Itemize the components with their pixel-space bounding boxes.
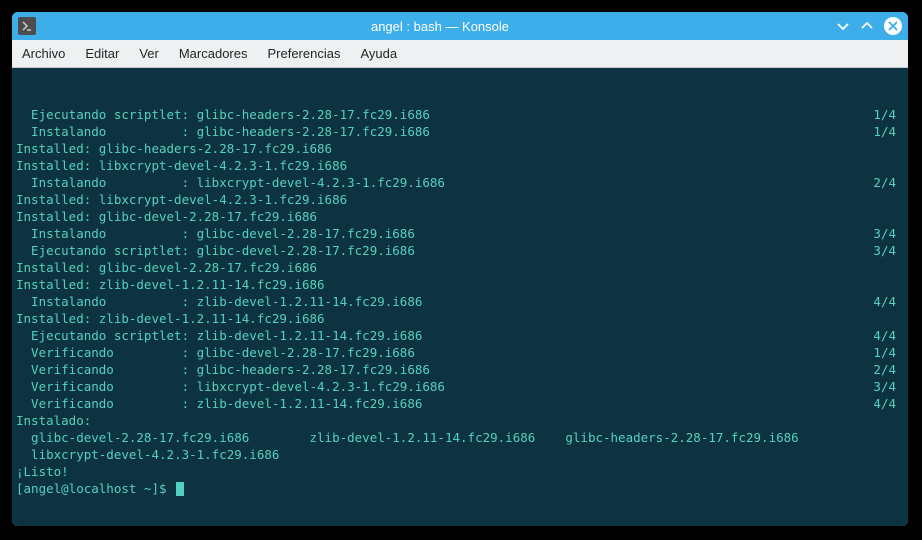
close-button[interactable] <box>884 17 902 35</box>
terminal-line: Verificando : zlib-devel-1.2.11-14.fc29.… <box>16 395 904 412</box>
terminal-line: Instalando : libxcrypt-devel-4.2.3-1.fc2… <box>16 174 904 191</box>
terminal-cursor <box>176 482 184 496</box>
terminal-line: Instalando : glibc-devel-2.28-17.fc29.i6… <box>16 225 904 242</box>
terminal-line: Installed: zlib-devel-1.2.11-14.fc29.i68… <box>16 310 904 327</box>
terminal-line: Verificando : glibc-devel-2.28-17.fc29.i… <box>16 344 904 361</box>
terminal-progress: 3/4 <box>873 242 904 259</box>
terminal-line: libxcrypt-devel-4.2.3-1.fc29.i686 <box>16 446 904 463</box>
terminal-text: Verificando : libxcrypt-devel-4.2.3-1.fc… <box>16 378 873 395</box>
terminal-progress: 3/4 <box>873 378 904 395</box>
terminal-line: Verificando : libxcrypt-devel-4.2.3-1.fc… <box>16 378 904 395</box>
terminal-text: Ejecutando scriptlet: glibc-headers-2.28… <box>16 106 873 123</box>
window-controls <box>836 17 902 35</box>
terminal-line: ¡Listo! <box>16 463 904 480</box>
terminal-line: Verificando : glibc-headers-2.28-17.fc29… <box>16 361 904 378</box>
terminal-line: Instalando : glibc-headers-2.28-17.fc29.… <box>16 123 904 140</box>
terminal-line: glibc-devel-2.28-17.fc29.i686 zlib-devel… <box>16 429 904 446</box>
terminal-progress: 2/4 <box>873 174 904 191</box>
terminal-text: Verificando : glibc-devel-2.28-17.fc29.i… <box>16 344 873 361</box>
menu-ver[interactable]: Ver <box>139 46 159 61</box>
app-icon <box>18 17 36 35</box>
terminal-text: Instalando : glibc-devel-2.28-17.fc29.i6… <box>16 225 873 242</box>
terminal-text: Installed: zlib-devel-1.2.11-14.fc29.i68… <box>16 310 904 327</box>
terminal-line: Ejecutando scriptlet: glibc-headers-2.28… <box>16 106 904 123</box>
terminal-line: Installed: libxcrypt-devel-4.2.3-1.fc29.… <box>16 157 904 174</box>
terminal-progress: 1/4 <box>873 344 904 361</box>
terminal-line: Installed: glibc-devel-2.28-17.fc29.i686 <box>16 259 904 276</box>
menu-editar[interactable]: Editar <box>85 46 119 61</box>
terminal-line: Ejecutando scriptlet: glibc-devel-2.28-1… <box>16 242 904 259</box>
terminal-text: Installed: libxcrypt-devel-4.2.3-1.fc29.… <box>16 191 904 208</box>
terminal-text: Installed: glibc-devel-2.28-17.fc29.i686 <box>16 208 904 225</box>
terminal-text: Instalando : libxcrypt-devel-4.2.3-1.fc2… <box>16 174 873 191</box>
window-titlebar[interactable]: angel : bash — Konsole <box>12 12 908 40</box>
menu-ayuda[interactable]: Ayuda <box>360 46 397 61</box>
window-title: angel : bash — Konsole <box>44 19 836 34</box>
terminal-line: Ejecutando scriptlet: zlib-devel-1.2.11-… <box>16 327 904 344</box>
terminal-text: Installed: libxcrypt-devel-4.2.3-1.fc29.… <box>16 157 904 174</box>
terminal-text: Installed: glibc-devel-2.28-17.fc29.i686 <box>16 259 904 276</box>
terminal-line: Installed: libxcrypt-devel-4.2.3-1.fc29.… <box>16 191 904 208</box>
terminal-text: Ejecutando scriptlet: zlib-devel-1.2.11-… <box>16 327 873 344</box>
minimize-icon[interactable] <box>836 19 850 33</box>
terminal-line: Installed: glibc-headers-2.28-17.fc29.i6… <box>16 140 904 157</box>
terminal-line: Instalado: <box>16 412 904 429</box>
terminal-line: Instalando : zlib-devel-1.2.11-14.fc29.i… <box>16 293 904 310</box>
terminal-text: ¡Listo! <box>16 463 904 480</box>
terminal-progress: 4/4 <box>873 293 904 310</box>
menu-archivo[interactable]: Archivo <box>22 46 65 61</box>
terminal-progress: 4/4 <box>873 327 904 344</box>
terminal-prompt: [angel@localhost ~]$ <box>16 480 174 497</box>
terminal-progress: 2/4 <box>873 361 904 378</box>
terminal-text: Instalando : zlib-devel-1.2.11-14.fc29.i… <box>16 293 873 310</box>
terminal-text: Verificando : zlib-devel-1.2.11-14.fc29.… <box>16 395 873 412</box>
menubar: Archivo Editar Ver Marcadores Preferenci… <box>12 40 908 68</box>
terminal-text: Verificando : glibc-headers-2.28-17.fc29… <box>16 361 873 378</box>
terminal-progress: 1/4 <box>873 106 904 123</box>
terminal-text: Ejecutando scriptlet: glibc-devel-2.28-1… <box>16 242 873 259</box>
terminal-text: Installed: glibc-headers-2.28-17.fc29.i6… <box>16 140 904 157</box>
terminal-output[interactable]: Ejecutando scriptlet: glibc-headers-2.28… <box>12 68 908 526</box>
terminal-text: Installed: zlib-devel-1.2.11-14.fc29.i68… <box>16 276 904 293</box>
terminal-progress: 4/4 <box>873 395 904 412</box>
terminal-line: Installed: glibc-devel-2.28-17.fc29.i686 <box>16 208 904 225</box>
menu-preferencias[interactable]: Preferencias <box>267 46 340 61</box>
close-icon <box>888 21 898 31</box>
terminal-prompt-line[interactable]: [angel@localhost ~]$ <box>16 480 904 497</box>
terminal-text: glibc-devel-2.28-17.fc29.i686 zlib-devel… <box>16 429 904 446</box>
konsole-window: angel : bash — Konsole Archivo Editar Ve… <box>12 12 908 526</box>
terminal-text: Instalando : glibc-headers-2.28-17.fc29.… <box>16 123 873 140</box>
terminal-text: libxcrypt-devel-4.2.3-1.fc29.i686 <box>16 446 904 463</box>
terminal-progress: 1/4 <box>873 123 904 140</box>
terminal-line: Installed: zlib-devel-1.2.11-14.fc29.i68… <box>16 276 904 293</box>
terminal-progress: 3/4 <box>873 225 904 242</box>
maximize-icon[interactable] <box>860 19 874 33</box>
terminal-text: Instalado: <box>16 412 904 429</box>
menu-marcadores[interactable]: Marcadores <box>179 46 248 61</box>
